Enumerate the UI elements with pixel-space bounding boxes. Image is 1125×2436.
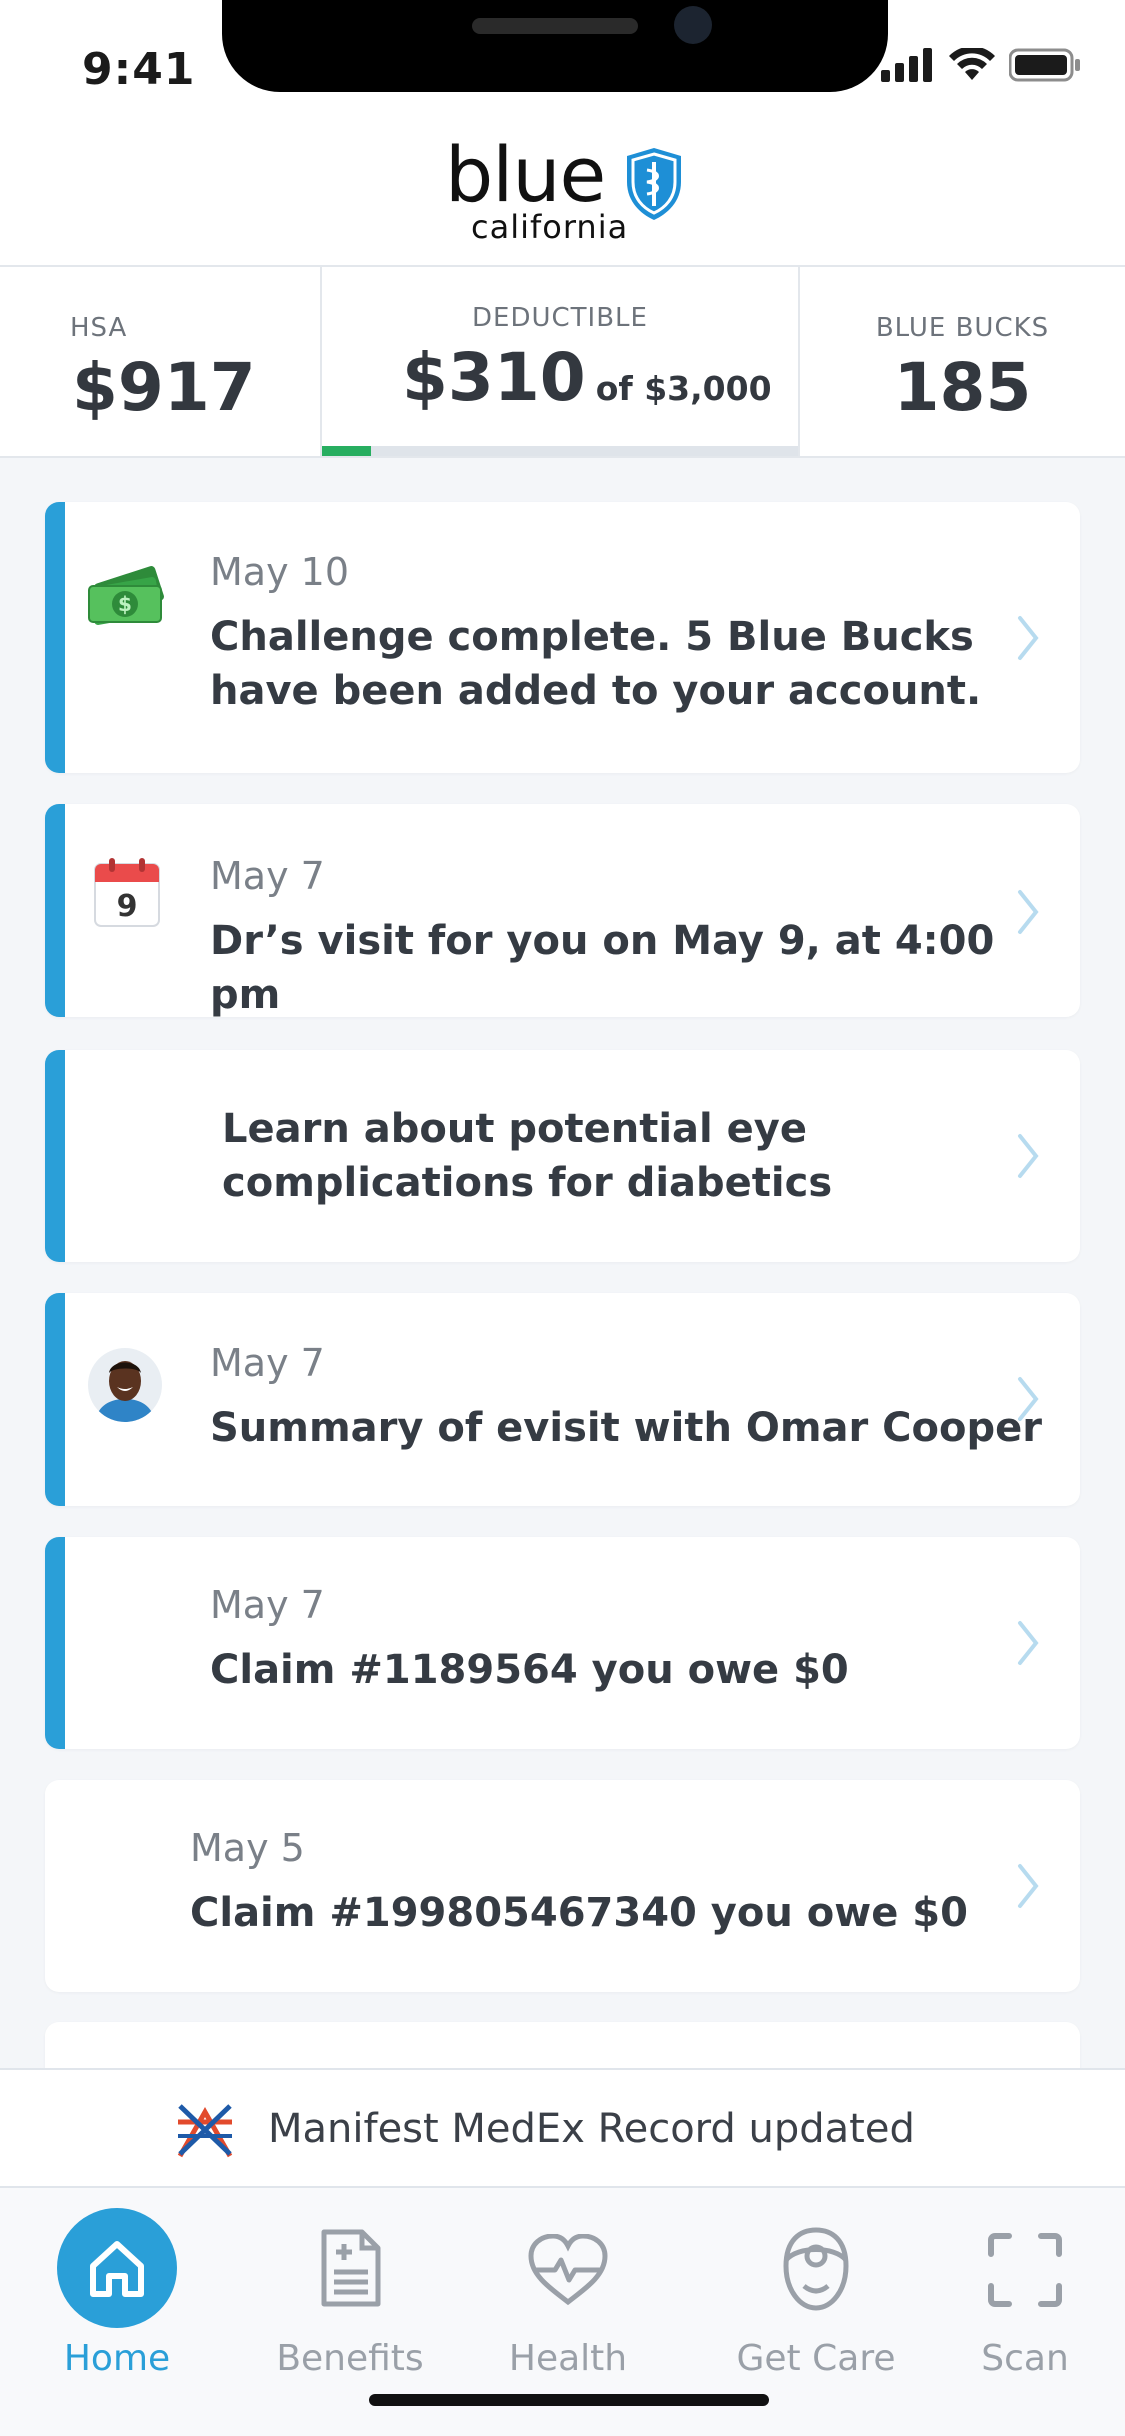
feed-message: Claim #199805467340 you owe $0 bbox=[190, 1890, 968, 1936]
feed-card[interactable]: $ May 10 Challenge complete. 5 Blue Buck… bbox=[45, 502, 1080, 773]
blue-california-logo: blue california bbox=[445, 130, 685, 250]
feed-date: May 5 bbox=[190, 1826, 305, 1870]
feed-date: May 7 bbox=[210, 1583, 325, 1627]
feed-message: Dr’s visit for you on May 9, at 4:00 pm bbox=[210, 918, 995, 1017]
hsa-label: HSA bbox=[70, 313, 128, 343]
deductible-label: DEDUCTIBLE bbox=[472, 303, 648, 333]
tab-label: Scan bbox=[981, 2338, 1069, 2379]
metrics-bar: HSA $917 DEDUCTIBLE $310 of $3,000 BLUE … bbox=[0, 265, 1125, 458]
health-heart-icon bbox=[528, 2234, 608, 2306]
battery-icon bbox=[1009, 48, 1080, 82]
deductible-progress-bar bbox=[322, 446, 798, 456]
deductible-total: of $3,000 bbox=[595, 369, 772, 408]
feed-card[interactable]: May 7 Summary of evisit with Omar Cooper bbox=[45, 1293, 1080, 1506]
tab-label: Benefits bbox=[276, 2338, 424, 2379]
logo-subtitle: california bbox=[471, 208, 629, 246]
chevron-right-icon bbox=[1018, 1377, 1039, 1421]
chevron-right-icon bbox=[1018, 1134, 1039, 1178]
feed-card[interactable]: 9 May 7 Dr’s visit for you on May 9, at … bbox=[45, 804, 1080, 1017]
logo-wordmark: blue bbox=[445, 130, 606, 219]
svg-text:9: 9 bbox=[117, 889, 138, 924]
feed-message: Learn about potential eye complications … bbox=[222, 1106, 833, 1206]
signal-icon bbox=[881, 48, 932, 82]
feed-message: Summary of evisit with Omar Cooper bbox=[210, 1405, 1042, 1451]
app-header: blue california bbox=[0, 120, 1125, 265]
medex-banner[interactable]: Manifest MedEx Record updated bbox=[0, 2068, 1125, 2188]
wifi-icon bbox=[949, 48, 995, 80]
scan-icon bbox=[988, 2233, 1062, 2307]
deductible-value: $310 bbox=[402, 339, 586, 416]
blue-bucks-value: 185 bbox=[893, 349, 1032, 426]
calendar-icon: 9 bbox=[94, 858, 160, 927]
status-bar: 9:41 bbox=[0, 0, 1125, 130]
status-icons bbox=[881, 48, 1081, 82]
feed-date: May 7 bbox=[210, 1341, 325, 1385]
money-icon: $ bbox=[88, 566, 164, 625]
feed-date: May 10 bbox=[210, 550, 349, 594]
tab-label: Get Care bbox=[736, 2338, 896, 2379]
feed-message: Claim #1189564 you owe $0 bbox=[210, 1647, 849, 1693]
hsa-value: $917 bbox=[72, 349, 256, 426]
tab-label: Health bbox=[508, 2338, 628, 2379]
home-indicator bbox=[369, 2394, 769, 2406]
doctor-icon bbox=[783, 2227, 849, 2311]
chevron-right-icon bbox=[1018, 890, 1039, 934]
chevron-right-icon bbox=[1018, 1621, 1039, 1665]
tab-label: Home bbox=[63, 2338, 171, 2379]
banner-text: Manifest MedEx Record updated bbox=[268, 2106, 915, 2152]
feed-card[interactable]: Learn about potential eye complications … bbox=[45, 1050, 1080, 1262]
benefits-icon bbox=[321, 2229, 381, 2307]
svg-text:$: $ bbox=[118, 592, 132, 616]
chevron-right-icon bbox=[1018, 616, 1039, 660]
hsa-metric[interactable]: HSA $917 bbox=[0, 267, 320, 456]
avatar bbox=[88, 1348, 162, 1422]
shield-icon bbox=[627, 148, 681, 220]
chevron-right-icon bbox=[1018, 1864, 1039, 1908]
blue-bucks-metric[interactable]: BLUE BUCKS 185 bbox=[800, 267, 1125, 456]
feed-date: May 7 bbox=[210, 854, 325, 898]
feed-card[interactable]: May 7 Claim #1189564 you owe $0 bbox=[45, 1537, 1080, 1749]
status-time: 9:41 bbox=[82, 44, 196, 95]
medex-logo-icon bbox=[177, 2104, 233, 2158]
home-icon bbox=[57, 2208, 177, 2328]
device-notch bbox=[222, 0, 888, 92]
blue-bucks-label: BLUE BUCKS bbox=[875, 313, 1050, 343]
deductible-metric[interactable]: DEDUCTIBLE $310 of $3,000 bbox=[320, 267, 800, 456]
deductible-progress-fill bbox=[322, 446, 372, 456]
feed-message: Challenge complete. 5 Blue Bucks have be… bbox=[210, 614, 982, 714]
feed-card[interactable]: May 5 Claim #199805467340 you owe $0 bbox=[45, 1780, 1080, 1992]
